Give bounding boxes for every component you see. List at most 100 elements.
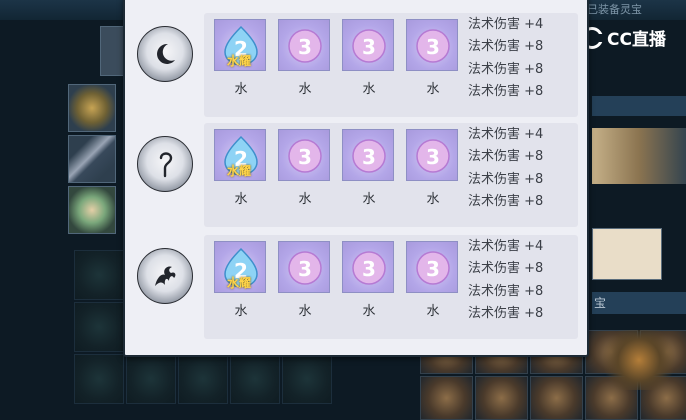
gem-label: 水 bbox=[298, 192, 312, 207]
stat-line: 法术伤害 +8 bbox=[468, 194, 544, 210]
rune-row: 2 水耀 水 3 水 3 水 3 水 法术伤害 +4 法术伤害 +8 法术伤害 … bbox=[133, 228, 578, 340]
treasure-cell[interactable] bbox=[475, 376, 528, 420]
stat-line: 法术伤害 +8 bbox=[468, 149, 544, 165]
inventory-cell[interactable] bbox=[74, 302, 124, 352]
right-panel-header bbox=[592, 96, 686, 116]
gem-label: 水 bbox=[298, 304, 312, 319]
equipment-slot-accessory[interactable] bbox=[68, 186, 116, 234]
water-gem-icon: 2 水耀 bbox=[214, 241, 266, 293]
stat-line: 法术伤害 +8 bbox=[468, 84, 544, 100]
gem-digit: 3 bbox=[426, 257, 440, 281]
water-gem-icon: 3 bbox=[342, 19, 394, 71]
stat-list: 法术伤害 +4 法术伤害 +8 法术伤害 +8 法术伤害 +8 bbox=[468, 236, 543, 326]
gem-digit: 3 bbox=[298, 35, 312, 59]
gem-list: 2 水耀 水 3 水 3 水 3 水 bbox=[214, 19, 460, 97]
water-gem-icon: 3 bbox=[342, 241, 394, 293]
gem-digit: 3 bbox=[426, 145, 440, 169]
gem-slot[interactable]: 3 水 bbox=[406, 241, 460, 319]
inventory-cell[interactable] bbox=[282, 354, 332, 404]
inventory-cell[interactable] bbox=[74, 250, 124, 300]
gem-slot[interactable]: 3 水 bbox=[342, 129, 396, 207]
stat-line: 法术伤害 +4 bbox=[468, 239, 544, 254]
gem-slot[interactable]: 3 水 bbox=[278, 241, 332, 319]
gem-slot[interactable]: 2 水耀 水 bbox=[214, 241, 268, 319]
gem-slot[interactable]: 3 水 bbox=[342, 19, 396, 97]
flame-swirl-icon bbox=[137, 248, 193, 304]
equipment-slot-weapon[interactable] bbox=[68, 135, 116, 183]
water-gem-icon: 3 bbox=[406, 129, 458, 181]
gem-slot[interactable]: 3 水 bbox=[406, 129, 460, 207]
gem-label: 水 bbox=[298, 82, 312, 97]
inventory-cell[interactable] bbox=[126, 354, 176, 404]
water-gem-icon: 3 bbox=[342, 129, 394, 181]
stat-line: 法术伤害 +8 bbox=[468, 61, 544, 77]
gem-digit: 3 bbox=[426, 35, 440, 59]
gem-slot[interactable]: 3 水 bbox=[342, 241, 396, 319]
water-gem-icon: 3 bbox=[406, 241, 458, 293]
gem-label: 水 bbox=[426, 192, 440, 207]
gem-label: 水 bbox=[426, 82, 440, 97]
gem-list: 2 水耀 水 3 水 3 水 3 水 bbox=[214, 241, 460, 319]
gem-label: 水 bbox=[234, 82, 248, 97]
stat-line: 法术伤害 +4 bbox=[468, 127, 544, 142]
rune-tooltip-popup: 2 水耀 水 3 水 3 水 3 水 法术伤害 +4 法术伤害 +8 法术伤害 … bbox=[123, 0, 589, 357]
rune-card: 2 水耀 水 3 水 3 水 3 水 法术伤害 +4 法术伤害 +8 法术伤害 … bbox=[204, 123, 578, 227]
equipped-label: 已装备灵宝 bbox=[587, 3, 642, 16]
stat-line: 法术伤害 +8 bbox=[468, 306, 544, 322]
gem-label: 水 bbox=[362, 192, 376, 207]
equipment-slot-small[interactable] bbox=[100, 26, 124, 76]
crescent-moon-icon bbox=[137, 26, 193, 82]
right-panel-header-2: 宝 bbox=[592, 292, 686, 314]
gem-label: 水 bbox=[362, 304, 376, 319]
equipment-slots bbox=[68, 84, 120, 237]
stat-list: 法术伤害 +4 法术伤害 +8 法术伤害 +8 法术伤害 +8 bbox=[468, 14, 543, 104]
gem-tag: 水耀 bbox=[227, 164, 252, 178]
rune-card: 2 水耀 水 3 水 3 水 3 水 法术伤害 +4 法术伤害 +8 法术伤害 … bbox=[204, 13, 578, 117]
right-panel-item[interactable] bbox=[592, 128, 686, 184]
gem-label: 水 bbox=[234, 304, 248, 319]
gem-list: 2 水耀 水 3 水 3 水 3 水 bbox=[214, 129, 460, 207]
equipment-slot-armor[interactable] bbox=[68, 84, 116, 132]
water-gem-icon: 3 bbox=[278, 129, 330, 181]
rune-row: 2 水耀 水 3 水 3 水 3 水 法术伤害 +4 法术伤害 +8 法术伤害 … bbox=[133, 116, 578, 228]
stat-line: 法术伤害 +8 bbox=[468, 261, 544, 277]
treasure-cell[interactable] bbox=[530, 376, 583, 420]
water-gem-icon: 3 bbox=[278, 241, 330, 293]
gem-slot[interactable]: 2 水耀 水 bbox=[214, 129, 268, 207]
stat-line: 法术伤害 +8 bbox=[468, 39, 544, 55]
gem-digit: 3 bbox=[298, 257, 312, 281]
gem-tag: 水耀 bbox=[227, 276, 252, 290]
side-label: 宝 bbox=[594, 296, 607, 310]
gem-tag: 水耀 bbox=[227, 54, 252, 68]
gem-slot[interactable]: 3 水 bbox=[406, 19, 460, 97]
gem-slot[interactable]: 2 水耀 水 bbox=[214, 19, 268, 97]
gem-slot[interactable]: 3 水 bbox=[278, 129, 332, 207]
rune-card: 2 水耀 水 3 水 3 水 3 水 法术伤害 +4 法术伤害 +8 法术伤害 … bbox=[204, 235, 578, 339]
water-gem-icon: 2 水耀 bbox=[214, 19, 266, 71]
gem-digit: 3 bbox=[362, 35, 376, 59]
watermark-text: CC直播 bbox=[607, 30, 666, 50]
inventory-cell[interactable] bbox=[74, 354, 124, 404]
gem-label: 水 bbox=[426, 304, 440, 319]
gem-digit: 3 bbox=[362, 257, 376, 281]
right-panel-treasure[interactable] bbox=[596, 330, 682, 390]
hook-staff-icon bbox=[137, 136, 193, 192]
gem-digit: 3 bbox=[362, 145, 376, 169]
gem-slot[interactable]: 3 水 bbox=[278, 19, 332, 97]
right-panel-slot[interactable] bbox=[592, 228, 662, 280]
stat-line: 法术伤害 +8 bbox=[468, 283, 544, 299]
gem-label: 水 bbox=[362, 82, 376, 97]
water-gem-icon: 2 水耀 bbox=[214, 129, 266, 181]
rune-row: 2 水耀 水 3 水 3 水 3 水 法术伤害 +4 法术伤害 +8 法术伤害 … bbox=[133, 6, 578, 118]
inventory-cell[interactable] bbox=[230, 354, 280, 404]
stat-line: 法术伤害 +4 bbox=[468, 17, 544, 32]
gem-digit: 3 bbox=[298, 145, 312, 169]
stat-list: 法术伤害 +4 法术伤害 +8 法术伤害 +8 法术伤害 +8 bbox=[468, 124, 543, 214]
water-gem-icon: 3 bbox=[406, 19, 458, 71]
treasure-cell[interactable] bbox=[420, 376, 473, 420]
stat-line: 法术伤害 +8 bbox=[468, 171, 544, 187]
gem-label: 水 bbox=[234, 192, 248, 207]
cc-live-watermark: CC直播 bbox=[581, 25, 666, 50]
water-gem-icon: 3 bbox=[278, 19, 330, 71]
inventory-cell[interactable] bbox=[178, 354, 228, 404]
